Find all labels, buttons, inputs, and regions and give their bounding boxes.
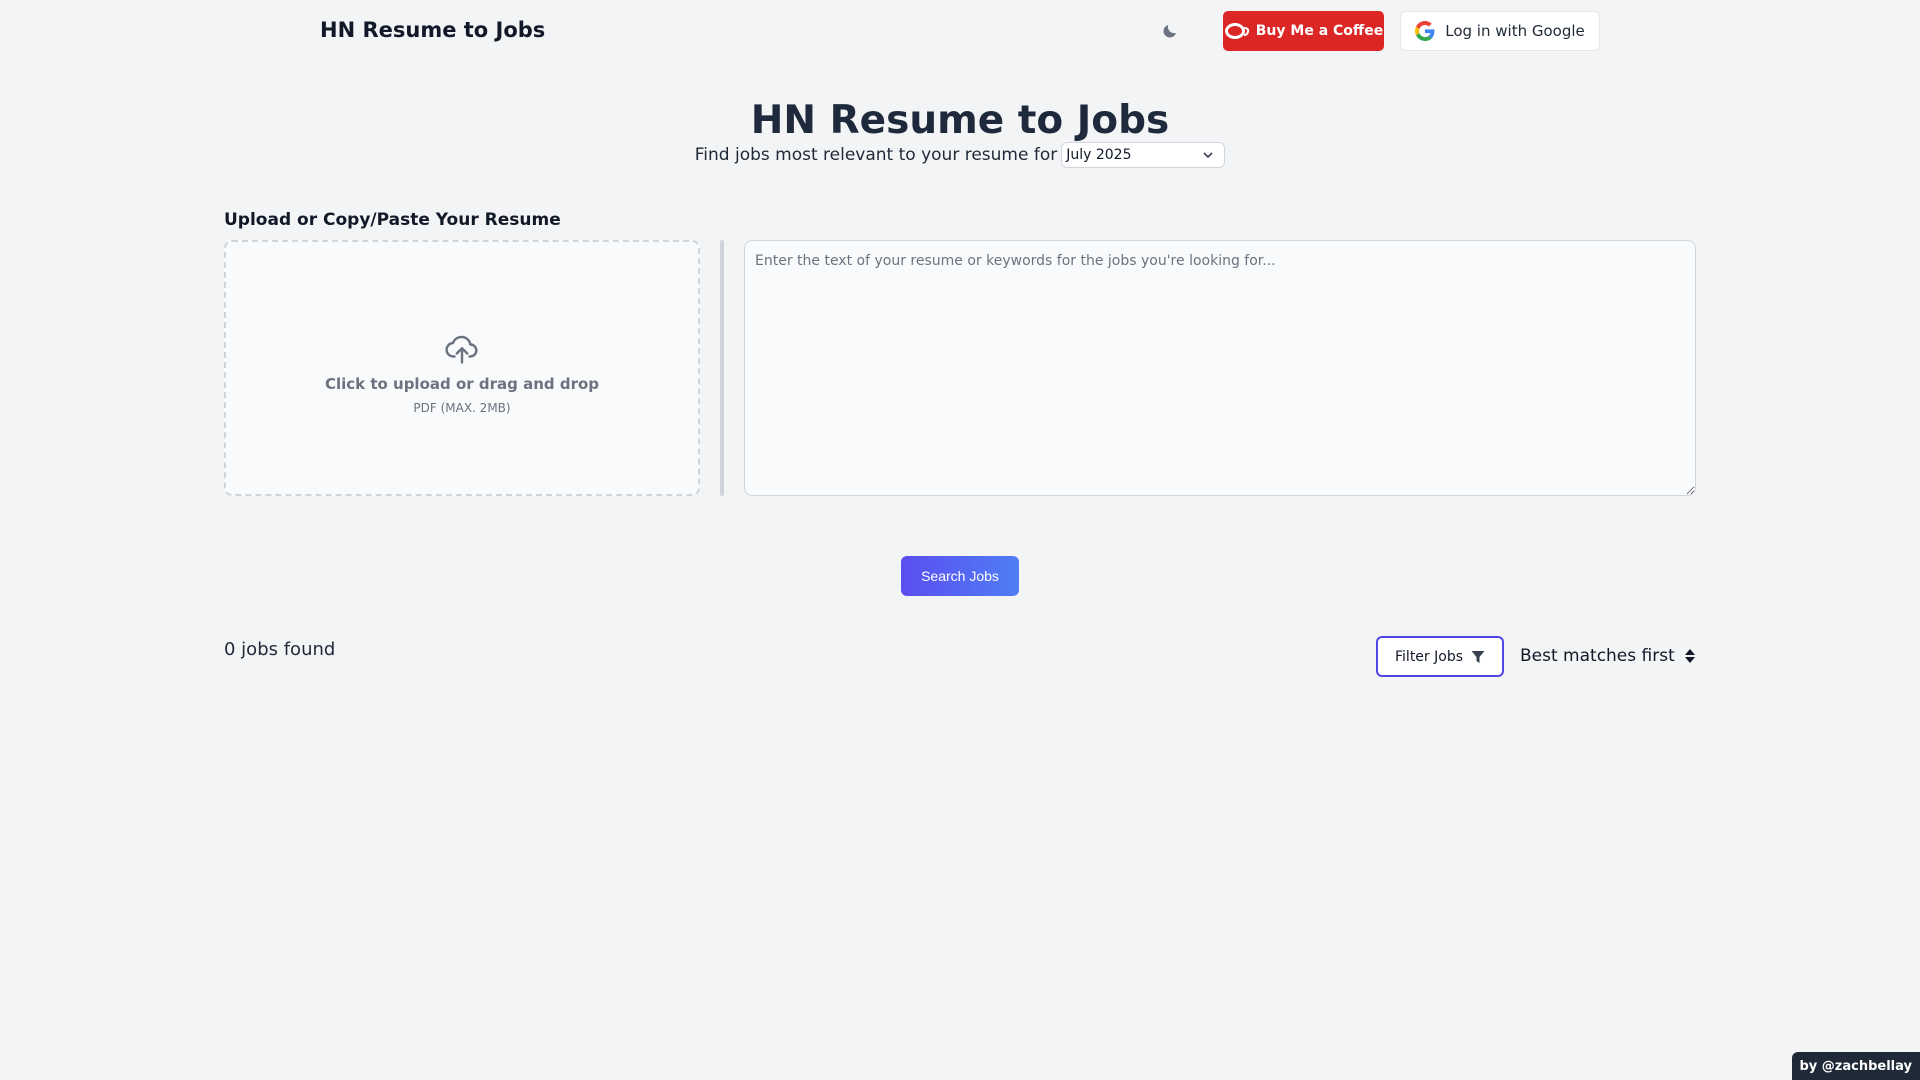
- google-login-label: Log in with Google: [1445, 22, 1585, 40]
- filter-jobs-label: Filter Jobs: [1395, 648, 1463, 665]
- month-select-value: July 2025: [1066, 147, 1132, 163]
- page: HN Resume to Jobs Buy Me a Coffee Log in…: [0, 0, 1920, 1080]
- dropzone-title: Click to upload or drag and drop: [324, 375, 600, 393]
- month-select[interactable]: July 2025: [1061, 142, 1226, 168]
- subtitle-text: Find jobs most relevant to your resume f…: [694, 145, 1058, 165]
- upload-section-label: Upload or Copy/Paste Your Resume: [224, 210, 561, 230]
- dropzone-hint: PDF (MAX. 2MB): [413, 401, 511, 415]
- search-jobs-button[interactable]: Search Jobs: [901, 556, 1019, 596]
- subtitle-row: Find jobs most relevant to your resume f…: [0, 142, 1920, 168]
- top-nav: HN Resume to Jobs Buy Me a Coffee Log in…: [0, 0, 1920, 62]
- upload-divider: [720, 240, 724, 496]
- sort-select[interactable]: Best matches first: [1520, 640, 1696, 672]
- cloud-upload-icon: [445, 335, 478, 364]
- sort-select-value: Best matches first: [1520, 646, 1675, 666]
- chevron-down-icon: [1203, 152, 1213, 159]
- author-credit-link[interactable]: by @zachbellay: [1791, 1052, 1920, 1080]
- moon-icon: [1163, 25, 1176, 38]
- filter-icon: [1471, 650, 1485, 663]
- coffee-cup-icon: [1224, 23, 1249, 39]
- resume-upload-dropzone[interactable]: Click to upload or drag and drop PDF (MA…: [224, 240, 700, 496]
- resume-text-input[interactable]: [744, 240, 1696, 496]
- brand-title[interactable]: HN Resume to Jobs: [320, 18, 545, 42]
- buy-me-a-coffee-button[interactable]: Buy Me a Coffee: [1223, 11, 1384, 51]
- sort-arrows-icon: [1685, 649, 1695, 663]
- coffee-label: Buy Me a Coffee: [1255, 23, 1384, 39]
- filter-jobs-button[interactable]: Filter Jobs: [1376, 636, 1504, 677]
- jobs-found-count: 0 jobs found: [224, 639, 336, 660]
- google-logo-icon: [1415, 21, 1435, 41]
- theme-toggle-button[interactable]: [1158, 19, 1182, 43]
- page-title: HN Resume to Jobs: [750, 98, 1170, 143]
- google-login-button[interactable]: Log in with Google: [1400, 11, 1600, 51]
